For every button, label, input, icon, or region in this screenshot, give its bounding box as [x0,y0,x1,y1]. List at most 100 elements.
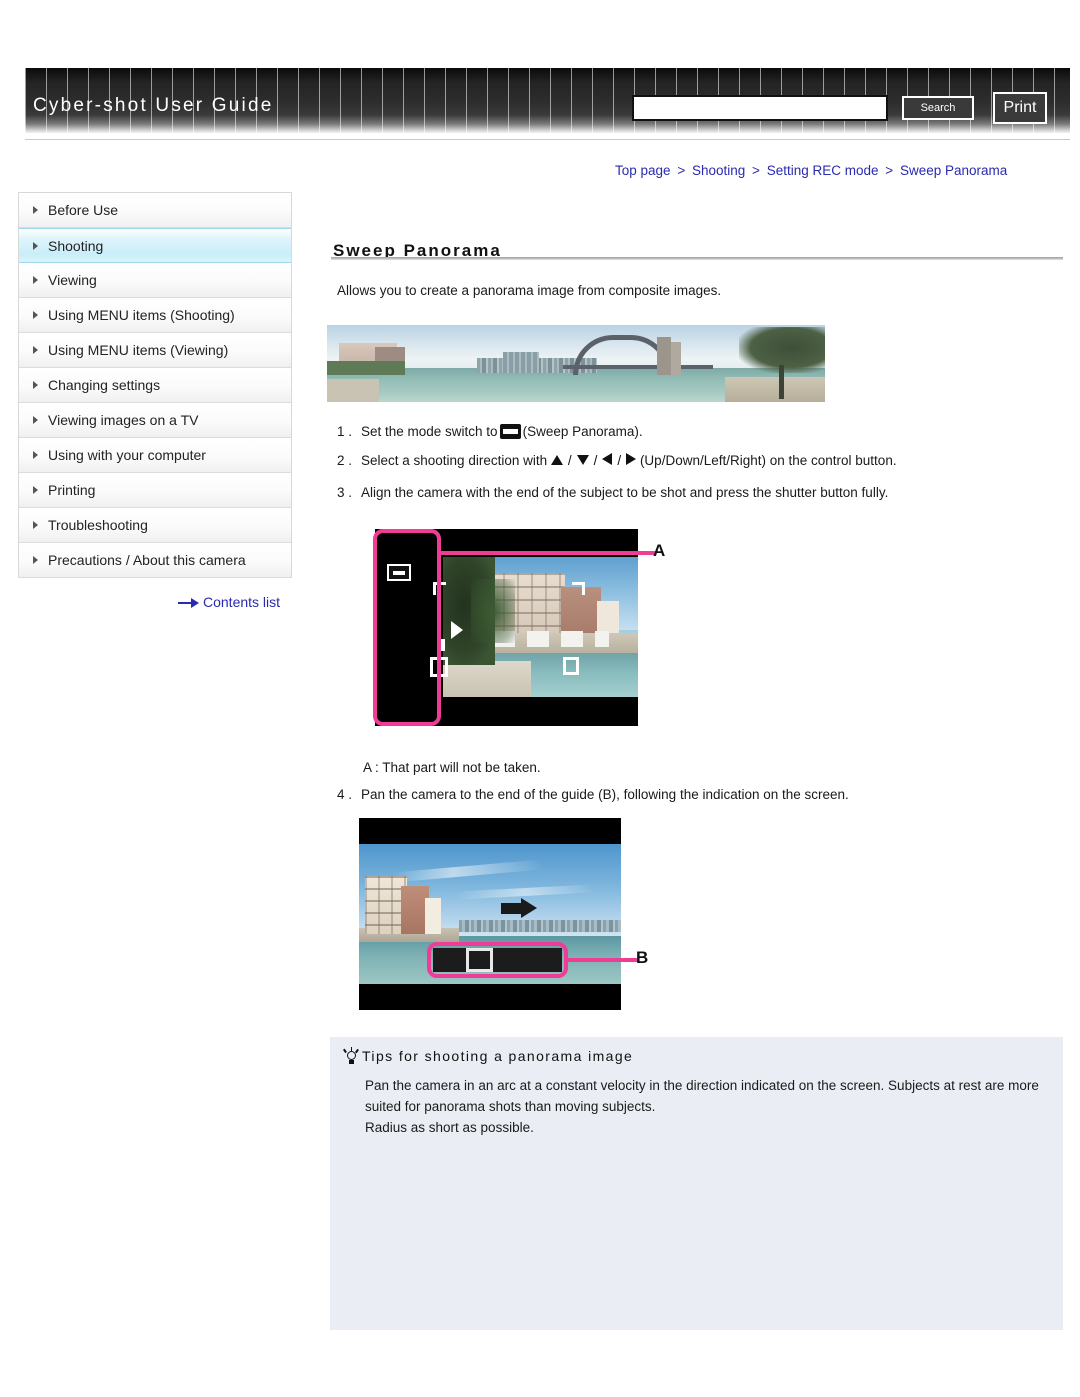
step-1-text-b: (Sweep Panorama). [522,424,643,439]
tips-paragraph-2: Radius as short as possible. [365,1120,534,1135]
preview-tree-2 [471,579,515,643]
arrow-right-icon [626,453,637,465]
step-1-number: 1 . [337,424,353,439]
sidebar-item-using-menu-items-viewing[interactable]: Using MENU items (Viewing) [19,333,291,368]
bulb-ray [350,1047,353,1051]
photo-bridge-pylon-2 [671,342,681,375]
frame-corner-top-right-icon [572,582,585,595]
chevron-right-icon [33,381,38,389]
bulb-ray [354,1048,359,1054]
arrow-shaft [501,903,523,914]
callout-leader-line-a [441,551,655,555]
intro-text: Allows you to create a panorama image fr… [337,283,722,298]
sidebar-item-label: Viewing [48,272,97,288]
sidebar-item-using-menu-items-shooting[interactable]: Using MENU items (Shooting) [19,298,291,333]
tips-panel: Tips for shooting a panorama image Pan t… [330,1037,1063,1330]
chevron-right-icon [33,206,38,214]
photo-right-tree-trunk [779,365,784,399]
contents-list-link[interactable]: Contents list [178,594,280,610]
sidebar-item-changing-settings[interactable]: Changing settings [19,368,291,403]
step-1: 1 . Set the mode switch to (Sweep Panorama… [337,424,643,439]
sweep-panorama-mode-icon [499,424,521,439]
search-input[interactable] [632,95,888,121]
arrow-left-icon [602,453,613,465]
figure-camera-screen-pan: B [359,818,659,1014]
title-divider [331,257,1063,260]
sidebar-item-label: Precautions / About this camera [48,552,246,568]
photo-right-ground [725,377,825,402]
separator-slash: / [617,453,622,468]
sidebar-item-label: Shooting [48,238,104,254]
chevron-right-icon [33,241,38,250]
direction-arrow-icon [451,621,463,639]
step-4-text: Pan the camera to the end of the guide (… [361,787,849,802]
chevron-right-icon [33,521,38,529]
step-4-number: 4 . [337,787,353,802]
chevron-right-icon [33,556,38,564]
frame-corner-bottom-right-icon [563,657,579,675]
callout-leader-line-b [564,958,638,962]
sidebar-item-viewing-images-on-a-tv[interactable]: Viewing images on a TV [19,403,291,438]
callout-highlight-b [427,942,568,978]
sidebar-item-using-with-your-computer[interactable]: Using with your computer [19,438,291,473]
sidebar-item-shooting[interactable]: Shooting [19,228,291,263]
arrow-up-icon [550,455,563,465]
breadcrumb-item-sweep-panorama[interactable]: Sweep Panorama [900,163,1007,178]
preview-building-3 [425,898,441,934]
arrow-head [521,898,537,918]
sidebar-item-label: Changing settings [48,377,161,393]
breadcrumb-separator: > [677,163,686,178]
separator-slash: / [593,453,598,468]
header-divider [25,139,1070,140]
bulb-base [349,1060,354,1064]
step-1-text-a: Set the mode switch to [361,424,498,439]
chevron-right-icon [33,311,38,319]
print-button[interactable]: Print [993,92,1047,124]
sidebar-item-printing[interactable]: Printing [19,473,291,508]
tips-paragraph-1: Pan the camera in an arc at a constant v… [365,1078,1039,1114]
chevron-right-icon [33,451,38,459]
sidebar-item-before-use[interactable]: Before Use [19,193,291,228]
pan-direction-arrow-icon [501,898,537,918]
chevron-right-icon [33,276,38,284]
step-2-number: 2 . [337,453,353,468]
breadcrumb: Top page > Shooting > Setting REC mode >… [615,163,1007,178]
arrow-down-icon [576,455,589,465]
tips-heading-label: Tips for shooting a panorama image [362,1048,634,1064]
step-4: 4 . Pan the camera to the end of the guid… [337,787,849,802]
tips-heading: Tips for shooting a panorama image [342,1047,634,1064]
breadcrumb-item-setting-rec-mode[interactable]: Setting REC mode [767,163,879,178]
step-2: 2 . Select a shooting direction with / / / … [337,453,897,468]
breadcrumb-item-shooting[interactable]: Shooting [692,163,745,178]
step-2-text-a: Select a shooting direction with [361,453,548,468]
photo-left-foliage [327,361,405,375]
chevron-right-icon [33,346,38,354]
chevron-right-icon [33,486,38,494]
sidebar-item-label: Troubleshooting [48,517,148,533]
sidebar-item-label: Using MENU items (Viewing) [48,342,229,358]
breadcrumb-separator: > [885,163,894,178]
sidebar-navigation: Before Use Shooting Viewing Using MENU i… [18,192,292,578]
bulb-ray [342,1048,347,1054]
search-button[interactable]: Search [902,96,974,120]
tips-body: Pan the camera in an arc at a constant v… [365,1075,1050,1138]
preview-city-skyline [459,920,621,932]
camera-screen-b [359,818,621,1010]
photo-left-ground [327,379,379,402]
sidebar-item-label: Printing [48,482,96,498]
breadcrumb-item-top-page[interactable]: Top page [615,163,671,178]
sidebar-item-label: Using MENU items (Shooting) [48,307,235,323]
figure-camera-screen-start: A [373,529,666,730]
sidebar-item-viewing[interactable]: Viewing [19,263,291,298]
preview-foreground [443,661,531,697]
photo-bridge-pylon [657,337,671,375]
breadcrumb-separator: > [752,163,760,178]
sidebar-item-troubleshooting[interactable]: Troubleshooting [19,508,291,543]
step-3-text: Align the camera with the end of the sub… [361,485,889,500]
contents-list-label: Contents list [203,594,281,610]
callout-highlight-a [373,529,441,726]
callout-label-a: A [653,541,666,560]
step-2-text-b: (Up/Down/Left/Right) on the control butt… [639,453,897,468]
separator-slash: / [567,453,572,468]
sidebar-item-precautions-about-this-camera[interactable]: Precautions / About this camera [19,543,291,578]
